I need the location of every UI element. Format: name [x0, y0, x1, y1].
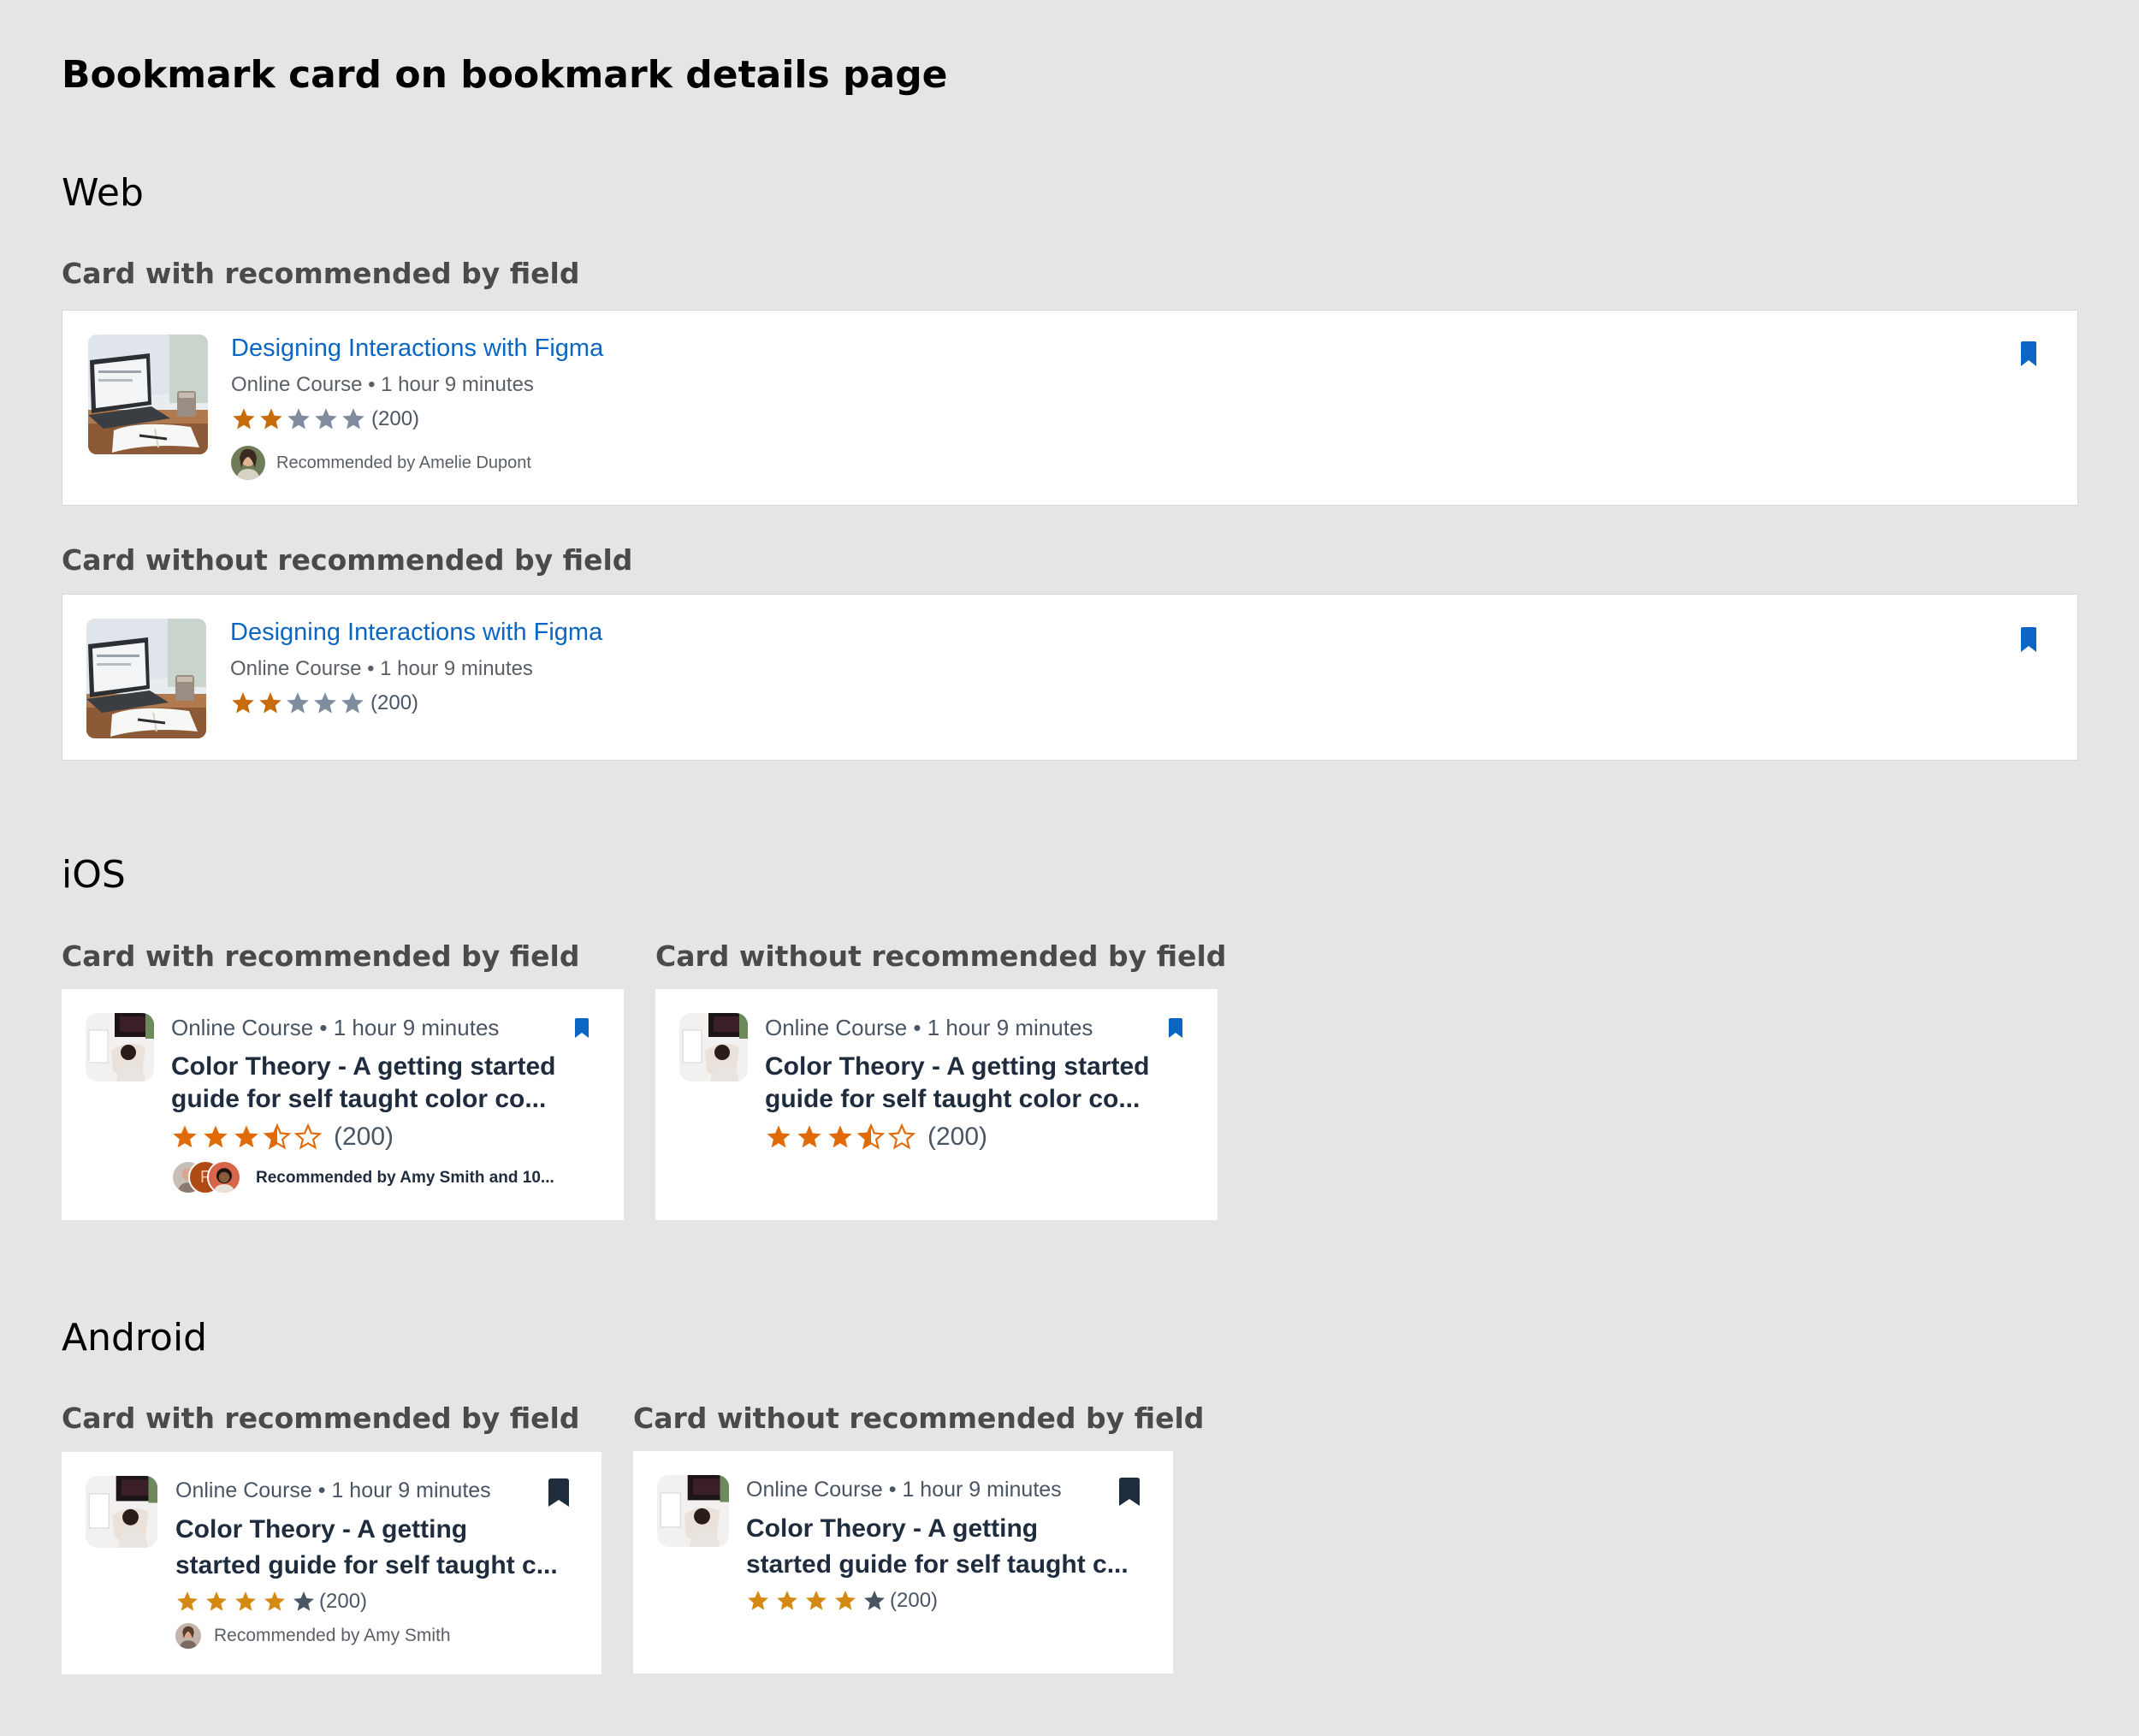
star-empty-icon	[888, 1123, 915, 1150]
rating-count: (200)	[319, 1590, 368, 1613]
star-half-icon	[264, 1123, 291, 1150]
bookmark-filled-icon[interactable]	[573, 1018, 590, 1039]
android-bookmark-card-without-recommended[interactable]: Online Course • 1 hour 9 minutes Color T…	[633, 1451, 1173, 1674]
star-filled-icon	[233, 408, 255, 430]
star-empty-icon	[315, 408, 337, 430]
course-title-line-2: started guide for self taught c...	[746, 1550, 1129, 1579]
star-empty-icon	[341, 692, 364, 714]
star-filled-icon	[234, 1125, 258, 1148]
course-thumbnail-desk	[86, 1013, 154, 1081]
web-heading: Web	[62, 171, 144, 215]
star-filled-icon	[767, 1125, 791, 1148]
star-empty-icon	[864, 1591, 885, 1610]
star-rating: (200)	[765, 1123, 987, 1152]
star-rating: (200)	[746, 1589, 938, 1613]
star-empty-icon	[287, 692, 309, 714]
course-title-link[interactable]: Designing Interactions with Figma	[231, 335, 603, 363]
rating-count: (200)	[371, 407, 420, 430]
course-meta: Online Course • 1 hour 9 minutes	[231, 373, 534, 396]
star-rating: (200)	[171, 1123, 394, 1152]
bookmark-filled-icon[interactable]	[547, 1478, 571, 1508]
star-rating: (200)	[175, 1590, 367, 1614]
course-meta: Online Course • 1 hour 9 minutes	[230, 657, 533, 680]
star-filled-icon	[204, 1125, 228, 1148]
star-filled-icon	[797, 1125, 821, 1148]
ios-bookmark-card-without-recommended[interactable]: Online Course • 1 hour 9 minutes Color T…	[655, 989, 1218, 1220]
recommended-by-text: Recommended by Amelie Dupont	[276, 453, 531, 472]
bookmark-filled-icon[interactable]	[1117, 1478, 1141, 1507]
course-title[interactable]: Color Theory - A getting started guide f…	[175, 1512, 558, 1584]
android-with-label: Card with recommended by field	[62, 1401, 580, 1435]
bookmark-filled-icon[interactable]	[2018, 341, 2039, 367]
course-meta: Online Course • 1 hour 9 minutes	[171, 1015, 500, 1040]
ios-heading: iOS	[62, 853, 126, 897]
star-filled-icon	[260, 408, 282, 430]
course-thumbnail-laptop	[86, 619, 206, 738]
course-title-line-2: guide for self taught color co...	[765, 1085, 1141, 1113]
course-thumbnail-laptop	[88, 335, 208, 454]
recommender-avatar	[207, 1160, 241, 1194]
star-empty-icon	[314, 692, 336, 714]
web-without-label: Card without recommended by field	[62, 543, 633, 577]
star-filled-icon	[806, 1591, 827, 1610]
star-empty-icon	[294, 1123, 322, 1150]
star-rating: (200)	[231, 406, 419, 432]
recommended-by-text: Recommended by Amy Smith and 10...	[256, 1169, 554, 1187]
recommended-by-text: Recommended by Amy Smith	[214, 1626, 451, 1645]
ios-bookmark-card-with-recommended[interactable]: Online Course • 1 hour 9 minutes Color T…	[62, 989, 624, 1220]
star-filled-icon	[828, 1125, 852, 1148]
course-title[interactable]: Color Theory - A getting started guide f…	[171, 1051, 555, 1116]
course-thumbnail-desk	[679, 1013, 748, 1081]
web-bookmark-card-with-recommended[interactable]: Designing Interactions with Figma Online…	[62, 310, 2078, 506]
course-title-line-1: Color Theory - A getting	[175, 1515, 468, 1543]
star-filled-icon	[748, 1591, 768, 1610]
star-empty-icon	[293, 1591, 314, 1611]
star-empty-icon	[287, 408, 310, 430]
ios-without-label: Card without recommended by field	[655, 939, 1227, 973]
page-title: Bookmark card on bookmark details page	[62, 53, 948, 97]
recommender-avatar-stack: F	[171, 1160, 243, 1194]
rating-count: (200)	[890, 1589, 939, 1612]
course-thumbnail-desk	[657, 1475, 729, 1547]
web-bookmark-card-without-recommended[interactable]: Designing Interactions with Figma Online…	[62, 594, 2078, 761]
star-filled-icon	[232, 692, 254, 714]
star-filled-icon	[835, 1591, 856, 1610]
star-filled-icon	[177, 1591, 198, 1611]
android-heading: Android	[62, 1316, 208, 1360]
course-title-line-1: Color Theory - A getting started	[765, 1052, 1150, 1081]
course-thumbnail-desk	[86, 1476, 157, 1548]
star-filled-icon	[259, 692, 281, 714]
course-title-link[interactable]: Designing Interactions with Figma	[230, 619, 602, 647]
star-empty-icon	[342, 408, 364, 430]
star-filled-icon	[777, 1591, 797, 1610]
star-filled-icon	[173, 1125, 197, 1148]
star-half-icon	[857, 1123, 885, 1150]
bookmark-filled-icon[interactable]	[2018, 627, 2039, 653]
ios-with-label: Card with recommended by field	[62, 939, 580, 973]
course-title-line-1: Color Theory - A getting started	[171, 1052, 556, 1081]
course-title-line-1: Color Theory - A getting	[746, 1514, 1039, 1543]
course-title[interactable]: Color Theory - A getting started guide f…	[746, 1511, 1129, 1583]
rating-count: (200)	[927, 1123, 988, 1151]
star-filled-icon	[264, 1591, 285, 1611]
course-title-line-2: started guide for self taught c...	[175, 1551, 558, 1579]
rating-count: (200)	[334, 1123, 394, 1151]
recommender-avatar	[231, 446, 265, 480]
course-title[interactable]: Color Theory - A getting started guide f…	[765, 1051, 1149, 1116]
android-bookmark-card-with-recommended[interactable]: Online Course • 1 hour 9 minutes Color T…	[62, 1452, 601, 1674]
course-meta: Online Course • 1 hour 9 minutes	[765, 1015, 1093, 1040]
web-with-label: Card with recommended by field	[62, 257, 580, 290]
bookmark-filled-icon[interactable]	[1167, 1018, 1184, 1039]
course-title-line-2: guide for self taught color co...	[171, 1085, 547, 1113]
android-without-label: Card without recommended by field	[633, 1401, 1205, 1435]
star-rating: (200)	[230, 690, 418, 716]
course-meta: Online Course • 1 hour 9 minutes	[175, 1478, 491, 1502]
star-filled-icon	[206, 1591, 227, 1611]
course-meta: Online Course • 1 hour 9 minutes	[746, 1478, 1062, 1502]
rating-count: (200)	[370, 691, 419, 714]
recommender-avatar	[175, 1623, 201, 1649]
star-filled-icon	[235, 1591, 256, 1611]
